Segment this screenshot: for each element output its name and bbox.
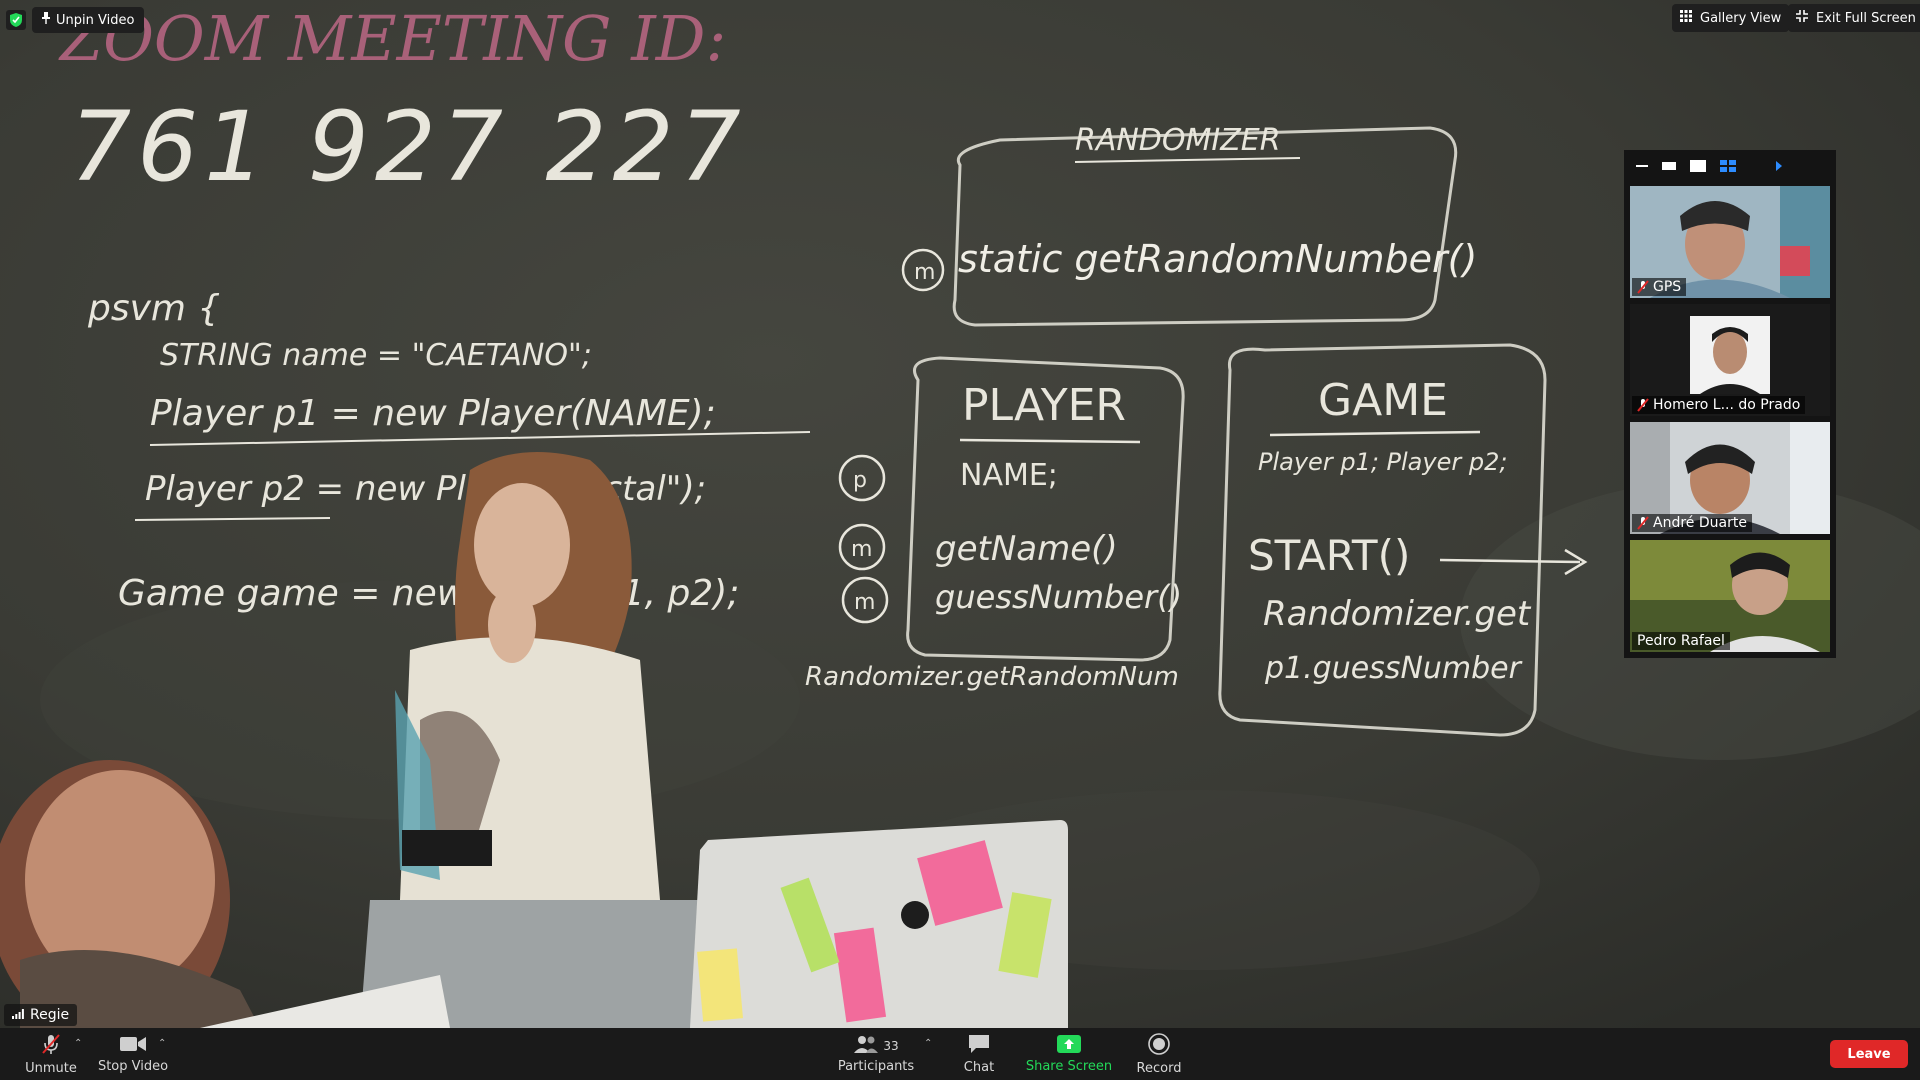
muted-mic-icon (1637, 280, 1649, 294)
record-icon (1148, 1032, 1170, 1059)
code-line-3: Player p2 = new Player("Victal"); (145, 469, 706, 509)
player-title: PLAYER (962, 380, 1126, 431)
code-psvm: psvm { (87, 288, 220, 329)
record-label: Record (1136, 1060, 1182, 1076)
game-fields: Player p1; Player p2; (1258, 448, 1507, 476)
board-heading: ZOOM MEETING ID: (58, 2, 726, 75)
leave-meeting-button[interactable]: Leave (1830, 1040, 1908, 1068)
participants-icon-group: 33 (853, 1035, 899, 1057)
participant-tile[interactable]: Pedro Rafael (1630, 540, 1830, 652)
share-screen-label: Share Screen (1025, 1058, 1113, 1074)
signal-bars-icon (12, 1007, 24, 1023)
code-line-1: STRING name = "CAETANO"; (160, 338, 592, 373)
player-field: NAME; (960, 458, 1058, 493)
grid-icon (1680, 10, 1692, 26)
randomizer-method: static getRandomNumber() (958, 237, 1477, 281)
participant-tile[interactable]: Homero L... do Prado (1630, 304, 1830, 416)
stop-video-label: Stop Video (97, 1058, 169, 1074)
unmute-button[interactable]: Unmute (24, 1028, 78, 1080)
svg-text:m: m (914, 260, 935, 285)
meeting-toolbar: Unmute ⌃ Stop Video ⌃ 33 Participants ⌃ … (0, 1028, 1920, 1080)
active-speaker-name: Regie (30, 1007, 70, 1023)
grid-layout-icon[interactable] (1720, 160, 1736, 172)
muted-mic-icon (40, 1033, 62, 1059)
svg-text:m: m (854, 590, 875, 615)
participant-name-tag: GPS (1632, 278, 1687, 296)
video-thumbnail-strip: GPS Homero L... do Prado André Duarte Pe… (1624, 150, 1836, 658)
chat-bubble-icon (968, 1034, 990, 1058)
player-footer: Randomizer.getRandomNum (805, 662, 1179, 692)
gallery-view-label: Gallery View (1700, 10, 1782, 26)
participants-count: 33 (883, 1038, 899, 1053)
active-speaker-tag: Regie (4, 1004, 78, 1026)
chat-button[interactable]: Chat (955, 1028, 1003, 1080)
exit-fullscreen-icon (1796, 10, 1808, 26)
svg-text:p: p (853, 468, 867, 493)
audio-options-caret[interactable]: ⌃ (74, 1038, 82, 1049)
player-method-2: guessNumber() (935, 578, 1182, 616)
exit-full-screen-label: Exit Full Screen (1816, 10, 1916, 26)
player-method-1: getName() (935, 529, 1118, 569)
muted-mic-icon (1637, 516, 1649, 530)
participant-name-tag: André Duarte (1632, 514, 1752, 532)
single-video-layout-icon[interactable] (1690, 160, 1706, 172)
unmute-label: Unmute (25, 1060, 77, 1076)
active-speaker-layout-icon[interactable] (1662, 162, 1676, 170)
stop-video-button[interactable]: Stop Video (96, 1028, 170, 1080)
participants-button[interactable]: 33 Participants (836, 1028, 916, 1080)
board-meeting-id: 761 927 227 (70, 91, 747, 203)
exit-full-screen-button[interactable]: Exit Full Screen (1788, 4, 1920, 32)
participant-name: André Duarte (1653, 515, 1747, 531)
participants-label: Participants (837, 1058, 915, 1074)
strip-toolbar (1624, 150, 1836, 182)
participants-options-caret[interactable]: ⌃ (924, 1038, 932, 1049)
muted-mic-icon (1637, 398, 1649, 412)
participant-tile[interactable]: GPS (1630, 186, 1830, 298)
minimize-strip-icon[interactable] (1636, 164, 1648, 168)
svg-text:m: m (851, 537, 872, 562)
pin-icon (42, 12, 50, 28)
game-body-1: Randomizer.get (1263, 594, 1532, 634)
participant-name-tag: Homero L... do Prado (1632, 396, 1806, 414)
video-options-caret[interactable]: ⌃ (158, 1038, 166, 1049)
code-line-4: Game game = new Game(p1, p2); (118, 573, 739, 614)
next-page-icon[interactable] (1776, 161, 1782, 171)
record-button[interactable]: Record (1134, 1028, 1184, 1080)
participant-name: Homero L... do Prado (1653, 397, 1801, 413)
participants-icon (853, 1035, 879, 1057)
video-camera-icon (120, 1035, 146, 1057)
chat-label: Chat (963, 1059, 995, 1075)
unpin-video-label: Unpin Video (56, 12, 135, 28)
unpin-video-button[interactable]: Unpin Video (32, 7, 145, 33)
game-body-2: p1.guessNumber (1264, 651, 1523, 686)
code-line-2: Player p1 = new Player(NAME); (150, 393, 716, 434)
gallery-view-button[interactable]: Gallery View (1672, 4, 1790, 32)
game-title: GAME (1318, 375, 1448, 426)
encryption-shield-icon[interactable] (6, 10, 26, 30)
participant-name: GPS (1653, 279, 1682, 295)
share-screen-icon (1057, 1034, 1081, 1057)
game-start: START() (1248, 531, 1410, 580)
participant-name: Pedro Rafael (1637, 633, 1725, 649)
participant-name-tag: Pedro Rafael (1632, 632, 1730, 650)
laptop (690, 820, 1068, 1028)
participant-tile[interactable]: André Duarte (1630, 422, 1830, 534)
randomizer-title: RANDOMIZER (1075, 123, 1281, 158)
share-screen-button[interactable]: Share Screen (1024, 1028, 1114, 1080)
